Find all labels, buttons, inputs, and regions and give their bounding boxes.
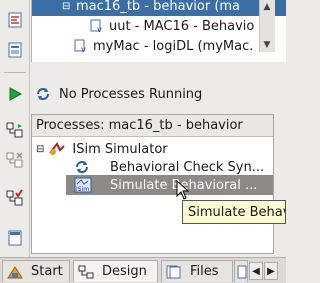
process-label: Behavioral Check Syn... (110, 159, 265, 175)
tab-design[interactable]: Design (73, 260, 158, 282)
stop-icon[interactable] (5, 150, 25, 170)
tree-row-mymac[interactable]: v myMac - logiDL (myMac. (74, 36, 253, 56)
processes-panel: Processes: mac16_tb - behavior ⊟ ISim Si… (31, 114, 274, 254)
tab-label: Start (31, 264, 63, 279)
process-behavioral-check[interactable]: Behavioral Check Syn... (74, 157, 264, 177)
run-icon[interactable] (5, 84, 25, 104)
process-status-text: No Processes Running (59, 86, 203, 102)
collapse-icon[interactable]: ⊟ (62, 1, 70, 12)
tab-files[interactable]: Files (161, 260, 233, 282)
collapse-icon[interactable]: ⊟ (36, 144, 44, 155)
document-icon[interactable] (5, 40, 25, 60)
toolbar-separator (4, 72, 26, 73)
process-simulate-behavioral[interactable]: ISim Simulate Behavioral ... (66, 175, 273, 195)
tree-row-label: myMac - logiDL (myMac. (93, 38, 254, 54)
hierarchy-tree: ⊟ mac16_tb - behavior (ma v uut - MAC16 … (31, 0, 286, 62)
process-isim-simulator[interactable]: ⊟ ISim Simulator (36, 139, 168, 159)
tree-row-uut[interactable]: v uut - MAC16 - Behavio (90, 16, 254, 36)
tab-label: Files (190, 264, 219, 279)
tooltip: Simulate Behav (182, 200, 286, 224)
tree-row-mac16-tb[interactable]: ⊟ mac16_tb - behavior (ma (32, 0, 286, 16)
svg-text:v: v (97, 25, 102, 33)
vhdl-file-icon: v (74, 39, 88, 54)
tree-row-label: mac16_tb - behavior (ma (76, 0, 241, 14)
tab-start[interactable]: Start (2, 260, 70, 282)
processes-header: Processes: mac16_tb - behavior (32, 115, 273, 137)
refresh-icon (74, 159, 90, 175)
svg-text:v: v (81, 45, 86, 53)
start-icon (7, 265, 23, 279)
panel-edge (275, 114, 286, 254)
check-icon[interactable] (5, 188, 25, 208)
tab-label: Design (102, 264, 147, 279)
bottom-tab-bar: Start Design Files ◀ ▶ (0, 257, 286, 283)
refresh-icon (35, 86, 51, 102)
tree-row-label: uut - MAC16 - Behavio (109, 18, 255, 34)
rerun-all-icon[interactable] (5, 120, 25, 140)
hierarchy-icon[interactable] (5, 10, 25, 30)
process-status: No Processes Running (31, 82, 202, 106)
libraries-icon (237, 265, 247, 279)
isim-icon: ISim (74, 177, 92, 193)
tab-scroll-left-icon[interactable]: ◀ (249, 262, 263, 280)
files-icon (166, 265, 182, 279)
vhdl-file-icon: v (90, 19, 104, 34)
mouse-cursor-icon (176, 179, 190, 200)
panel-icon[interactable] (5, 228, 25, 248)
scroll-up-icon[interactable]: ▲ (260, 0, 274, 14)
tree-vertical-scrollbar[interactable]: ▲ ▼ (259, 0, 275, 52)
isim-icon-text: ISim (76, 186, 90, 193)
scroll-down-icon[interactable]: ▼ (260, 38, 274, 52)
process-label: ISim Simulator (72, 141, 168, 157)
simulator-icon (48, 141, 66, 157)
design-icon (78, 265, 94, 279)
left-toolbar (0, 0, 30, 257)
tab-scroll-right-icon[interactable]: ▶ (264, 262, 278, 280)
tab-overflow[interactable] (234, 260, 248, 282)
design-panel: ⊟ mac16_tb - behavior (ma v uut - MAC16 … (0, 0, 286, 283)
